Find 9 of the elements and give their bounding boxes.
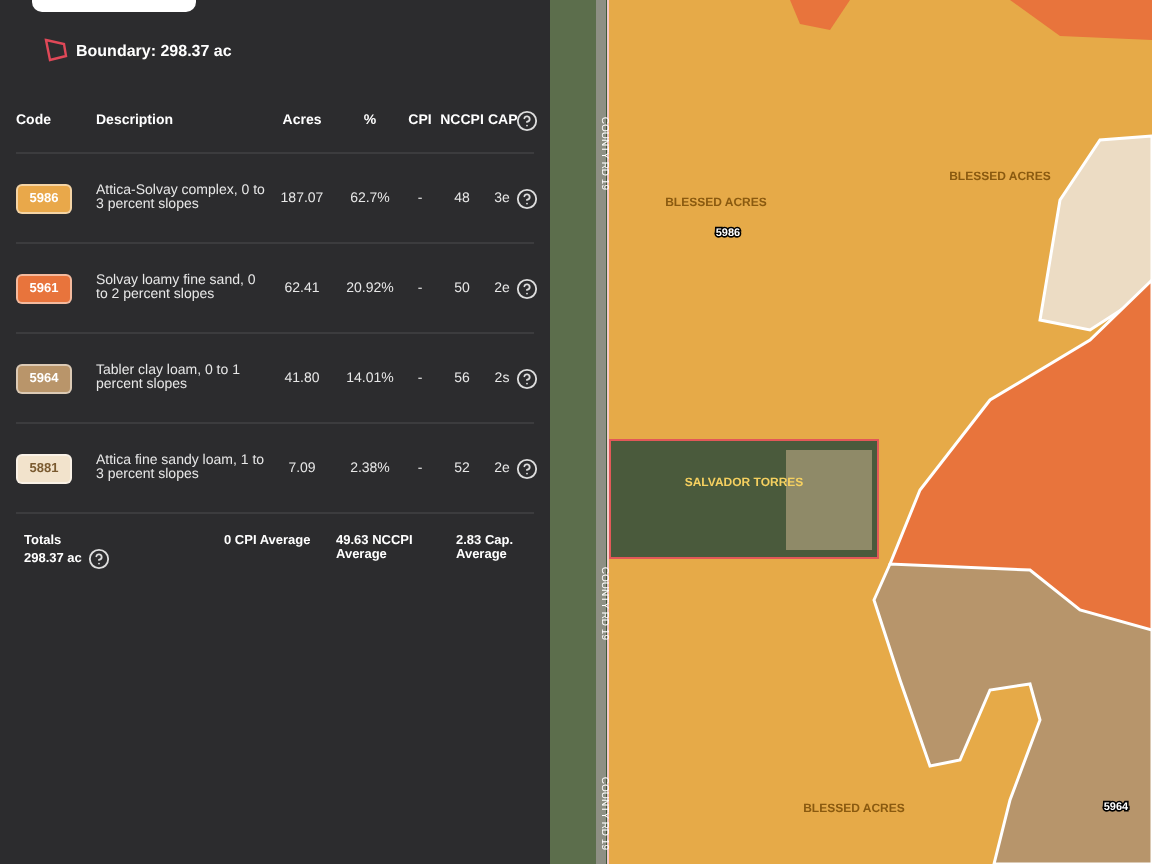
- boundary-label: Boundary: 298.37 ac: [76, 41, 232, 59]
- help-icon[interactable]: [516, 187, 538, 209]
- help-icon[interactable]: [87, 548, 110, 570]
- boundary-icon: [44, 38, 68, 62]
- soil-map-drawing[interactable]: [550, 0, 1152, 864]
- help-icon[interactable]: [516, 457, 538, 479]
- help-icon[interactable]: [516, 277, 538, 299]
- help-icon[interactable]: [516, 367, 538, 389]
- help-icon[interactable]: [516, 110, 538, 132]
